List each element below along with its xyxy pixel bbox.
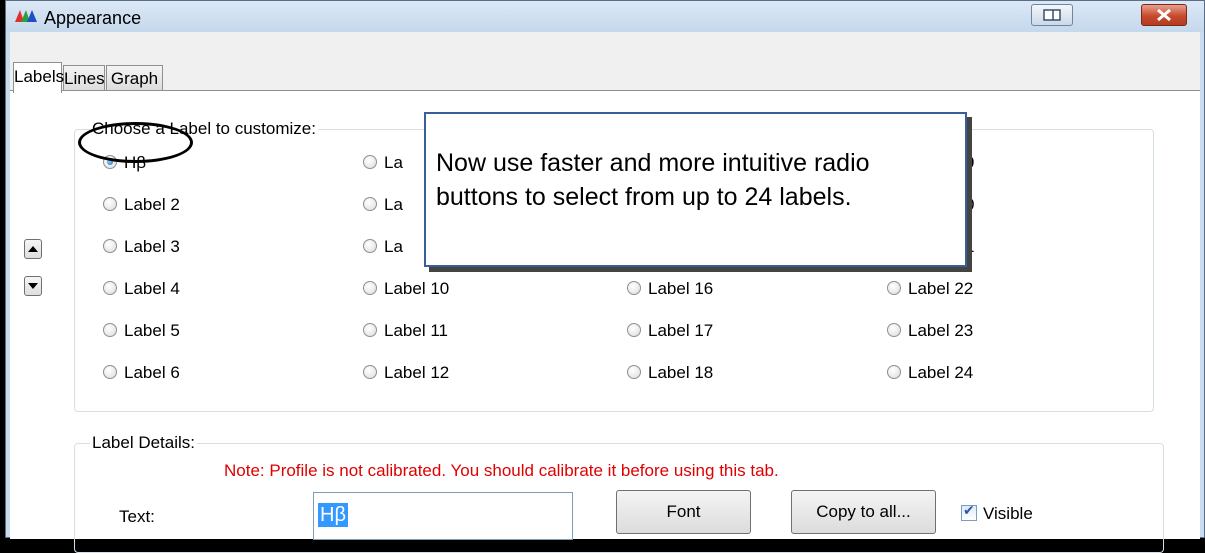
radio-dot [103, 323, 117, 337]
radio-label-text: Label 17 [648, 321, 714, 340]
radio-dot [363, 155, 377, 169]
radio-label-text: Label 10 [384, 279, 450, 298]
radio-label-text: Label 5 [124, 321, 180, 340]
label-text-value: Hβ [318, 503, 348, 527]
radio-dot [887, 323, 901, 337]
radio-label-text: Label 22 [908, 279, 974, 298]
label-text-input[interactable]: Hβ [313, 492, 573, 540]
move-up-button[interactable] [24, 239, 42, 259]
radio-label-text: Label 24 [908, 363, 974, 382]
appearance-window: Appearance Labels Lines Graph Choose a L… [5, 0, 1205, 553]
spectrum-icon [15, 10, 37, 22]
tab-lines[interactable]: Lines [63, 65, 105, 91]
radio-label-text: Label 3 [124, 237, 180, 256]
radio-label-text: Label 12 [384, 363, 450, 382]
tab-graph[interactable]: Graph [106, 65, 163, 91]
text-field-label: Text: [119, 507, 155, 526]
arrow-down-icon [28, 283, 38, 289]
window-title: Appearance [44, 8, 142, 28]
move-down-button[interactable] [24, 276, 42, 296]
radio-dot [627, 323, 641, 337]
radio-label-text: La [384, 237, 403, 256]
radio-label-text: Label 11 [384, 321, 448, 340]
label-details-caption: Label Details: [90, 433, 198, 453]
radio-label-text: Label 23 [908, 321, 974, 340]
copy-to-all-button[interactable]: Copy to all... [791, 490, 936, 534]
restore-icon [1043, 9, 1061, 21]
radio-label-text: La [384, 153, 403, 172]
close-button[interactable] [1141, 4, 1187, 26]
radio-label-text: La [384, 195, 403, 214]
callout-text: Now use faster and more intuitive radio … [436, 149, 870, 211]
radio-label-text: Label 6 [124, 363, 180, 382]
radio-dot [363, 323, 377, 337]
arrow-up-icon [28, 246, 38, 252]
radio-dot [363, 281, 377, 295]
title-bar[interactable]: Appearance [6, 1, 1204, 32]
radio-label-text: Label 4 [124, 279, 180, 298]
radio-dot [887, 365, 901, 379]
radio-dot [887, 281, 901, 295]
radio-dot [103, 239, 117, 253]
radio-dot [103, 281, 117, 295]
feature-callout: Now use faster and more intuitive radio … [424, 112, 967, 267]
radio-label-text: Label 16 [648, 279, 714, 298]
radio-dot [103, 197, 117, 211]
tab-labels[interactable]: Labels [13, 62, 64, 93]
radio-dot [363, 239, 377, 253]
font-button[interactable]: Font [616, 490, 751, 534]
radio-dot [363, 365, 377, 379]
radio-dot [627, 365, 641, 379]
radio-dot [363, 197, 377, 211]
calibration-note: Note: Profile is not calibrated. You sho… [224, 461, 779, 480]
highlight-ellipse [78, 122, 193, 163]
radio-dot [103, 365, 117, 379]
dialog-client: Labels Lines Graph Choose a Label to cus… [10, 32, 1200, 553]
radio-label-text: Label 18 [648, 363, 714, 382]
restore-button[interactable] [1031, 4, 1073, 26]
close-icon [1157, 8, 1171, 22]
radio-label-text: Label 2 [124, 195, 180, 214]
visible-checkbox[interactable] [961, 503, 977, 521]
radio-dot [627, 281, 641, 295]
visible-label: Visible [983, 504, 1033, 523]
